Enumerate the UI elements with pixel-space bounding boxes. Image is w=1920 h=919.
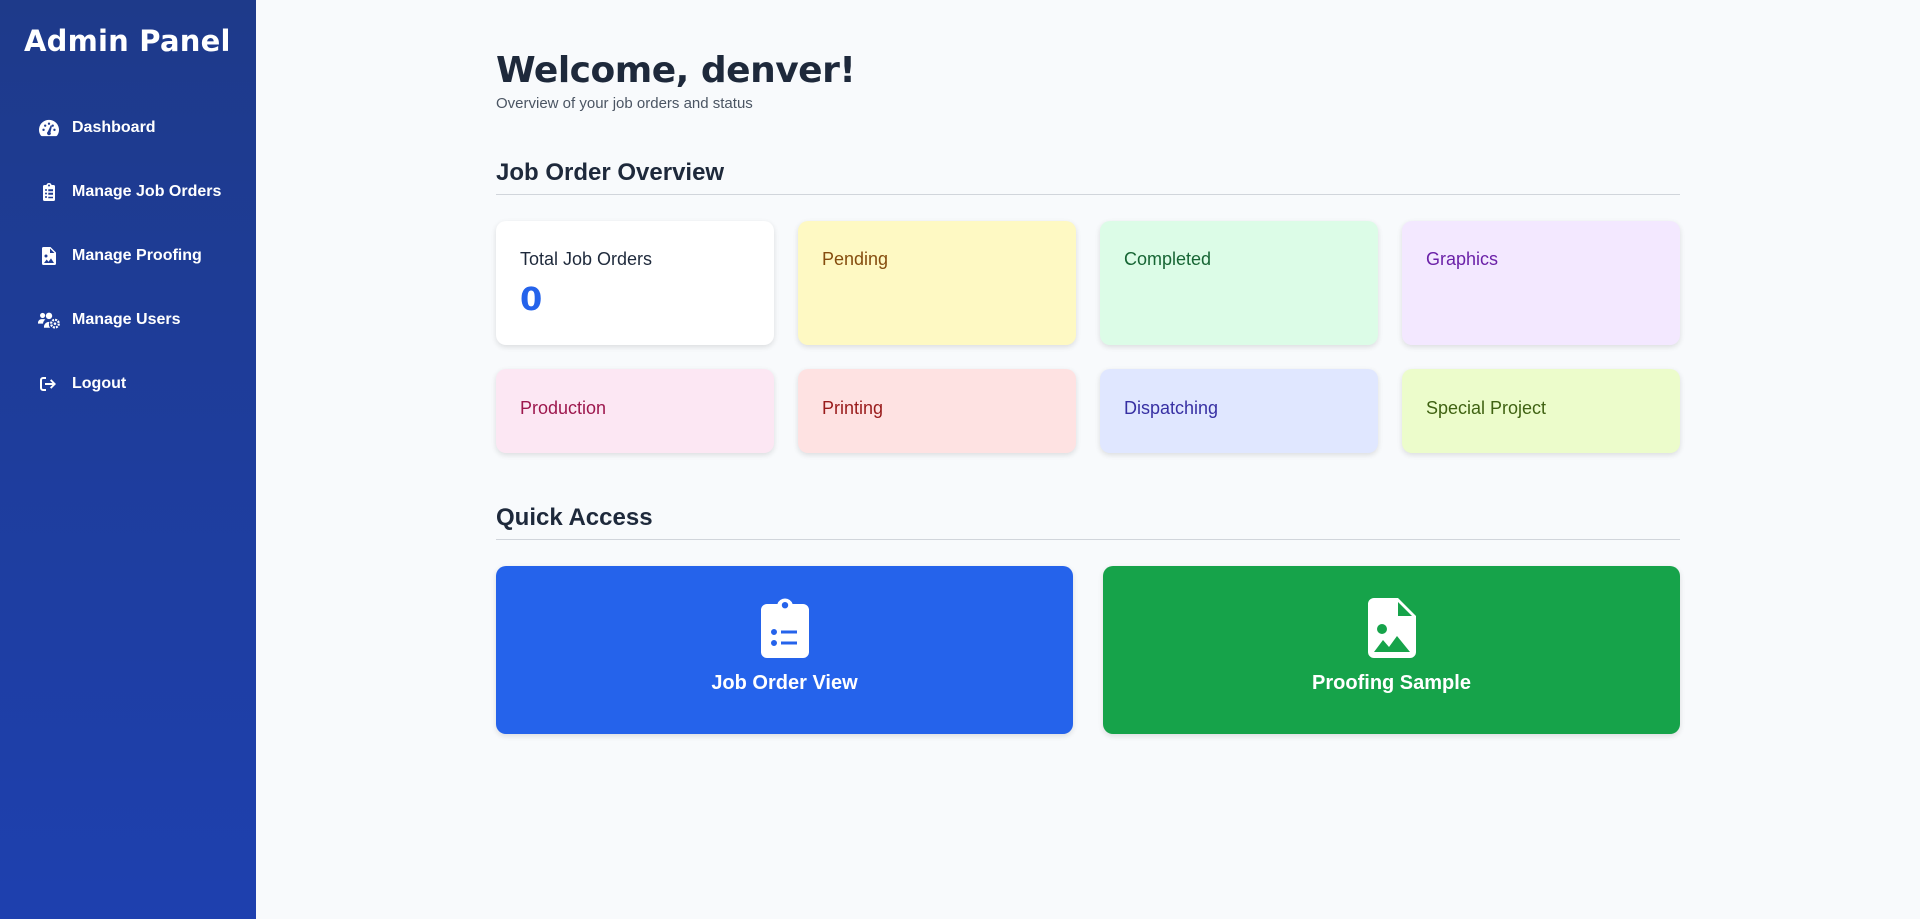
card-count: 0 [520, 280, 543, 318]
page-title: Welcome, denver! [496, 50, 856, 91]
sidebar-item-label: Manage Proofing [72, 247, 202, 264]
sidebar-item-dashboard[interactable]: Dashboard [0, 108, 256, 148]
card-label: Total Job Orders [520, 249, 653, 269]
sidebar: Admin Panel Dashboard Manage Job Orders … [0, 0, 256, 919]
clipboard-list-icon [38, 181, 60, 203]
job-order-view-label: Job Order View [711, 672, 858, 694]
card-total-job-orders: Total Job Orders 0 [496, 221, 774, 345]
brand-title: Admin Panel [24, 24, 231, 58]
quick-access: Job Order View Proofing Sample [496, 566, 1680, 734]
card-special-project: Special Project [1402, 369, 1680, 453]
job-order-view-button[interactable]: Job Order View [496, 566, 1073, 734]
card-label: Completed [1124, 249, 1212, 269]
card-printing: Printing [798, 369, 1076, 453]
sidebar-item-logout[interactable]: Logout [0, 364, 256, 404]
card-label: Printing [822, 398, 884, 418]
clipboard-list-icon [760, 598, 809, 658]
sidebar-item-manage-users[interactable]: Manage Users [0, 300, 256, 340]
sidebar-item-label: Logout [72, 375, 127, 392]
card-label: Production [520, 398, 607, 418]
sidebar-item-manage-job-orders[interactable]: Manage Job Orders [0, 172, 256, 212]
section-title-job-order-overview: Job Order Overview [496, 159, 1680, 195]
status-cards: Total Job Orders 0 Pending Completed Gra… [496, 221, 1680, 453]
sidebar-item-label: Dashboard [72, 119, 156, 136]
card-label: Graphics [1426, 249, 1499, 269]
card-production: Production [496, 369, 774, 453]
sidebar-nav: Dashboard Manage Job Orders Manage Proof… [0, 108, 256, 428]
card-label: Dispatching [1124, 398, 1219, 418]
card-label: Pending [822, 249, 889, 269]
section-title-quick-access: Quick Access [496, 504, 1680, 540]
sidebar-item-label: Manage Users [72, 311, 181, 328]
card-dispatching: Dispatching [1100, 369, 1378, 453]
proofing-sample-label: Proofing Sample [1312, 672, 1471, 694]
users-cog-icon [38, 309, 60, 331]
file-image-icon [1367, 598, 1416, 658]
sign-out-icon [38, 373, 60, 395]
sidebar-item-manage-proofing[interactable]: Manage Proofing [0, 236, 256, 276]
card-pending: Pending [798, 221, 1076, 345]
card-label: Special Project [1426, 398, 1547, 418]
gauge-icon [38, 117, 60, 139]
card-completed: Completed [1100, 221, 1378, 345]
file-image-icon [38, 245, 60, 267]
page-subtitle: Overview of your job orders and status [496, 95, 753, 112]
card-graphics: Graphics [1402, 221, 1680, 345]
sidebar-item-label: Manage Job Orders [72, 183, 222, 200]
proofing-sample-button[interactable]: Proofing Sample [1103, 566, 1680, 734]
